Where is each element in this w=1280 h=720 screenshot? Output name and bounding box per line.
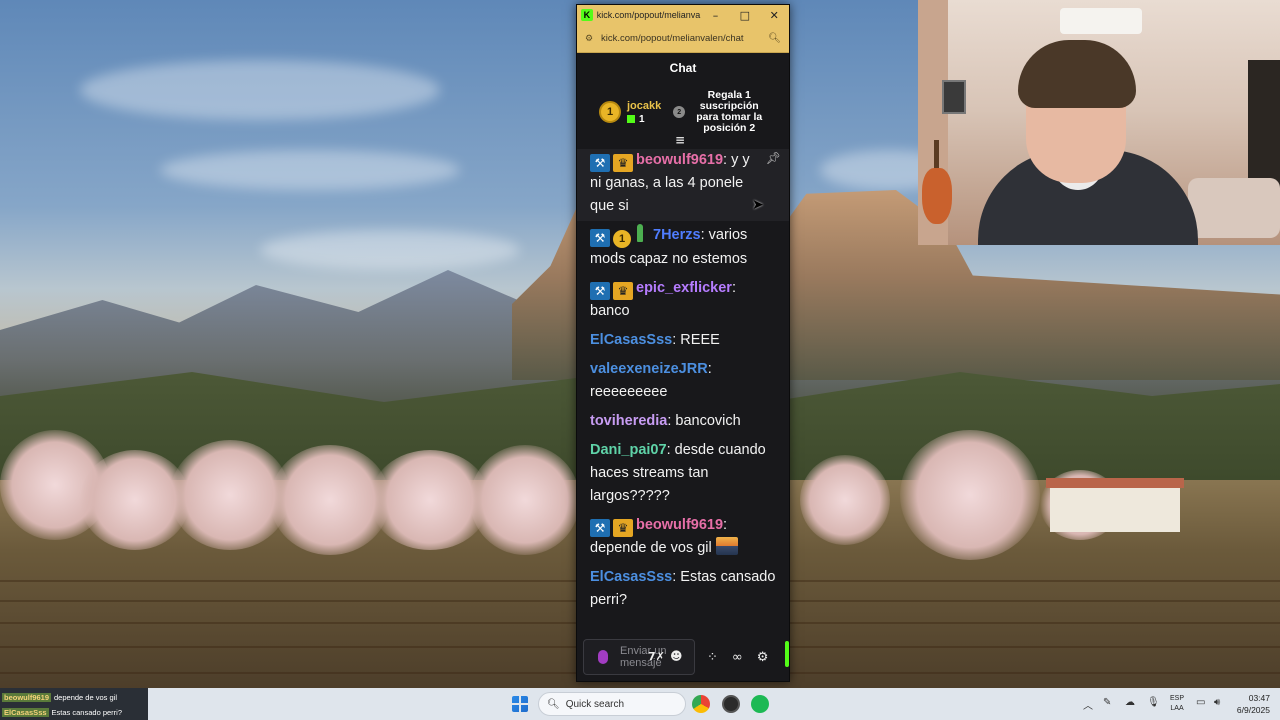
gift-icon	[627, 115, 635, 123]
preview-text: Estas cansado perri?	[51, 707, 123, 717]
chat-username[interactable]: Dani_pai07	[590, 442, 667, 458]
chat-username[interactable]: 7Herzs	[653, 227, 701, 243]
chat-message: ElCasasSss: REEE	[590, 332, 720, 348]
microphone-icon[interactable]	[598, 650, 608, 664]
rank-2-badge: 2	[673, 106, 686, 118]
chat-message: valeexeneizeJRR: reeeeeeeee	[590, 361, 712, 400]
windows-start-icon[interactable]	[512, 696, 528, 712]
bottle-badge-icon	[637, 224, 643, 242]
maximize-button[interactable]: □	[730, 5, 759, 25]
obs-icon[interactable]	[722, 695, 740, 713]
gift-subscription-cta[interactable]: Regala 1 suscripción para tomar la posic…	[689, 90, 769, 134]
chat-message: ⚒ ♛ beowulf9619: depende de vos gil	[577, 511, 789, 563]
preview-username: ElCasasSss	[2, 707, 49, 717]
chat-username[interactable]: beowulf9619	[636, 152, 723, 168]
chat-text: reeeeeeeee	[590, 384, 668, 400]
chat-messages[interactable]: ⚒ ♛ beowulf9619: y y ni ganas, a las 4 pon…	[577, 149, 789, 627]
guitar	[922, 168, 952, 224]
chat-text: bancovich	[675, 413, 741, 429]
site-info-icon[interactable]: ⚙	[585, 34, 597, 44]
spotify-icon[interactable]	[751, 695, 769, 713]
network-icon[interactable]: ☁	[1125, 697, 1135, 708]
chat-message: ⚒ ♛ epic_exflicker: banco	[590, 280, 736, 319]
expand-menu-icon[interactable]: ≡	[675, 133, 685, 147]
vip-crown-icon: ♛	[613, 282, 633, 300]
volume-icon[interactable]: 🔊︎	[1214, 697, 1220, 708]
language-indicator[interactable]: ESP LAA	[1170, 694, 1184, 714]
chat-username[interactable]: toviheredia	[590, 413, 667, 429]
search-placeholder: Quick search	[565, 698, 625, 710]
taskbar-search[interactable]: 🔍︎ Quick search	[538, 692, 686, 716]
moderator-badge-icon: ⚒	[590, 282, 610, 300]
chat-username[interactable]: beowulf9619	[636, 517, 723, 533]
sunset-emote-icon	[715, 537, 738, 555]
chat-message: Dani_pai07: desde cuando haces streams t…	[590, 442, 766, 504]
chat-username[interactable]: ElCasasSss	[590, 332, 672, 348]
chat-text: depende de vos gil	[590, 540, 712, 556]
preview-username: beowulf9619	[2, 692, 52, 702]
settings-gear-icon[interactable]: ⚙	[757, 650, 769, 665]
minimize-button[interactable]: –	[701, 5, 730, 25]
chat-message-input[interactable]: Enviar un mensaje 7✗ ☻	[583, 639, 695, 675]
gifter-badge-icon: 1	[613, 230, 631, 248]
emote-picker-icon[interactable]: 7✗	[648, 650, 665, 663]
chat-message: ⚒ 1 7Herzs: varios mods capaz no estemos	[577, 221, 789, 274]
mouse-cursor-icon: ➤	[752, 197, 764, 213]
emoji-icon[interactable]: ☻	[670, 649, 683, 663]
taskbar-clock[interactable]: 03:47 6/9/2025	[1237, 692, 1270, 716]
pen-icon[interactable]: ✎	[1103, 697, 1111, 708]
poster	[942, 80, 966, 114]
windows-taskbar: beowulf9619 depende de vos gil ElCasasSs…	[0, 688, 1280, 720]
predictions-icon[interactable]: ⁘	[707, 650, 718, 665]
chat-username[interactable]: epic_exflicker	[636, 280, 732, 296]
gift-leaderboard: 1 jocakk 1 2 Regala 1 suscripción para t…	[577, 83, 789, 147]
pin-icon[interactable]: 📌︎	[766, 151, 781, 165]
show-hidden-icons[interactable]: ︿	[1083, 697, 1093, 712]
moderator-badge-icon: ⚒	[590, 519, 610, 537]
vip-crown-icon: ♛	[613, 154, 633, 172]
chat-header: Chat	[669, 61, 697, 75]
chat-input-area: Enviar un mensaje 7✗ ☻ ⁘ ∞ ⚙	[577, 637, 789, 677]
clock-date: 6/9/2025	[1236, 705, 1270, 715]
url-text[interactable]: kick.com/popout/melianvalen/chat	[601, 33, 768, 44]
chat-username[interactable]: ElCasasSss	[590, 569, 672, 585]
chat-username[interactable]: valeexeneizeJRR	[590, 361, 708, 377]
chat-message: toviheredia: bancovich	[590, 413, 741, 429]
leaderboard-count: 1	[639, 113, 645, 125]
window-titlebar[interactable]: K kick.com/popout/melianval... – □ ✕	[577, 5, 789, 25]
infinity-icon[interactable]: ∞	[732, 650, 743, 665]
zoom-icon[interactable]: 🔍︎	[768, 33, 781, 44]
chat-message: ElCasasSss: Estas cansado perri?	[590, 569, 776, 608]
address-bar[interactable]: ⚙ kick.com/popout/melianvalen/chat 🔍︎	[577, 25, 789, 53]
chat-popout-window: K kick.com/popout/melianval... – □ ✕ ⚙ k…	[576, 4, 790, 682]
search-icon: 🔍︎	[547, 698, 560, 710]
webcam-overlay	[918, 0, 1280, 245]
send-button[interactable]	[785, 641, 789, 667]
leaderboard-user[interactable]: jocakk	[627, 100, 661, 112]
clock-time: 03:47	[1248, 693, 1270, 703]
moderator-badge-icon: ⚒	[590, 154, 610, 172]
vip-crown-icon: ♛	[613, 519, 633, 537]
close-button[interactable]: ✕	[760, 5, 789, 25]
monitor-icon[interactable]: ▭	[1196, 697, 1205, 708]
chrome-icon[interactable]	[692, 695, 710, 713]
window-title: kick.com/popout/melianval...	[596, 10, 701, 20]
chat-text: banco	[590, 303, 630, 319]
preview-text: depende de vos gil	[54, 692, 117, 702]
chat-text: REEE	[680, 332, 720, 348]
moderator-badge-icon: ⚒	[590, 229, 610, 247]
mic-tray-icon[interactable]: 🎙︎	[1147, 697, 1160, 708]
rank-1-badge: 1	[599, 101, 621, 123]
kick-logo-icon: K	[581, 9, 593, 21]
air-conditioner	[1060, 8, 1142, 34]
chat-overlay-preview: beowulf9619 depende de vos gil ElCasasSs…	[0, 688, 148, 720]
